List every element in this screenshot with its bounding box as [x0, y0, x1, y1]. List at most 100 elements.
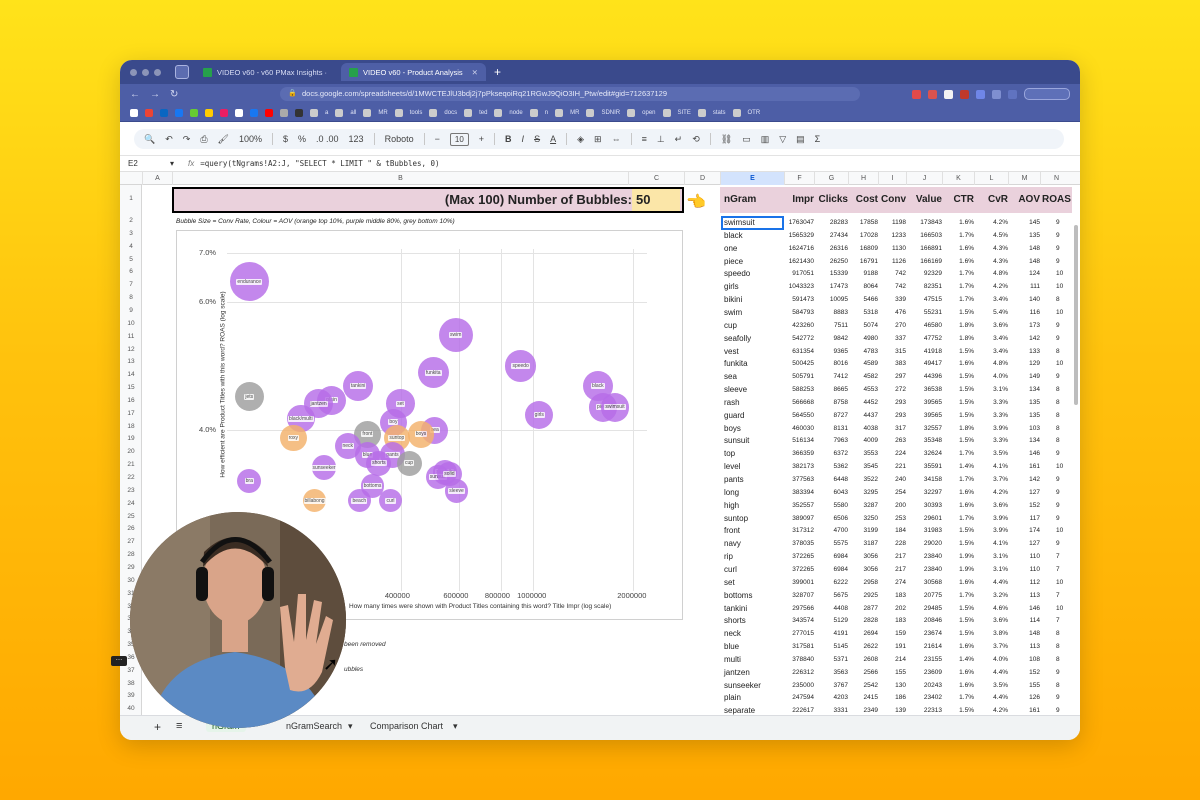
value-cell[interactable]: 3.3%: [974, 410, 1008, 422]
bubble-tankini[interactable]: tankini: [343, 371, 374, 402]
value-cell[interactable]: 5580: [814, 500, 848, 512]
row-header[interactable]: 26: [120, 525, 142, 532]
ngram-cell[interactable]: vest: [724, 346, 784, 358]
value-cell[interactable]: 32557: [906, 423, 942, 435]
value-cell[interactable]: 166503: [906, 230, 942, 242]
value-cell[interactable]: 39565: [906, 397, 942, 409]
value-cell[interactable]: 317: [878, 423, 906, 435]
value-cell[interactable]: 4553: [848, 384, 878, 396]
row-header[interactable]: 7: [120, 281, 142, 288]
table-row[interactable]: sunsuit 516134 7963 4009 263 35348 1.5% 3.3% 134…: [720, 435, 1072, 448]
value-cell[interactable]: 4.8%: [974, 358, 1008, 370]
ngram-cell[interactable]: front: [724, 525, 784, 537]
value-cell[interactable]: 1.7%: [942, 513, 974, 525]
value-cell[interactable]: 372265: [784, 551, 814, 563]
table-row[interactable]: shorts 343574 5129 2828 183 20846 1.5% 3.6% 114 7: [720, 615, 1072, 628]
value-cell[interactable]: 2622: [848, 641, 878, 653]
window-controls[interactable]: [130, 68, 161, 76]
value-cell[interactable]: 184: [878, 525, 906, 537]
bookmark-icon[interactable]: [130, 108, 138, 117]
folder-icon[interactable]: [394, 108, 403, 117]
value-cell[interactable]: 1.4%: [942, 654, 974, 666]
table-row[interactable]: sunseeker 235000 3767 2542 130 20243 1.6% 3.5% 1…: [720, 680, 1072, 693]
print-icon[interactable]: ⎙: [200, 134, 207, 145]
row-header[interactable]: 15: [120, 384, 142, 391]
value-cell[interactable]: 476: [878, 307, 906, 319]
column-header[interactable]: K: [942, 172, 974, 185]
value-cell[interactable]: 126: [1008, 692, 1040, 704]
value-cell[interactable]: 2694: [848, 628, 878, 640]
row-header[interactable]: 5: [120, 256, 142, 263]
value-cell[interactable]: 166891: [906, 243, 942, 255]
formula-input[interactable]: =query(tNgrams!A2:J, "SELECT * LIMIT " &…: [200, 159, 439, 168]
table-row[interactable]: plain 247594 4203 2415 186 23402 1.7% 4.4% 126 9: [720, 692, 1072, 705]
bubble-billabong[interactable]: billabong: [303, 489, 327, 513]
value-cell[interactable]: 214: [878, 654, 906, 666]
value-cell[interactable]: 1.5%: [942, 538, 974, 550]
value-cell[interactable]: 3295: [848, 487, 878, 499]
value-cell[interactable]: 423260: [784, 320, 814, 332]
row-header[interactable]: 8: [120, 294, 142, 301]
chevron-down-icon[interactable]: ▾: [453, 721, 458, 732]
value-cell[interactable]: 110: [1008, 564, 1040, 576]
value-cell[interactable]: 103: [1008, 423, 1040, 435]
value-cell[interactable]: 1.8%: [942, 333, 974, 345]
value-cell[interactable]: 1.7%: [942, 590, 974, 602]
extensions-puzzle-icon[interactable]: [992, 89, 1001, 99]
value-cell[interactable]: 1.8%: [942, 423, 974, 435]
value-cell[interactable]: 135: [1008, 397, 1040, 409]
value-cell[interactable]: 17473: [814, 281, 848, 293]
table-header[interactable]: ROAS: [1040, 187, 1072, 213]
value-cell[interactable]: 129: [1008, 358, 1040, 370]
sheet-tab-comparison-chart[interactable]: Comparison Chart: [370, 721, 443, 731]
row-header[interactable]: 10: [120, 320, 142, 327]
row-header[interactable]: 18: [120, 423, 142, 430]
ngram-cell[interactable]: suntop: [724, 513, 784, 525]
row-header[interactable]: 12: [120, 346, 142, 353]
value-cell[interactable]: 8758: [814, 397, 848, 409]
value-cell[interactable]: 127: [1008, 538, 1040, 550]
paint-format-icon[interactable]: 🖌: [218, 134, 229, 145]
value-cell[interactable]: 148: [1008, 628, 1040, 640]
value-cell[interactable]: 8: [1040, 346, 1072, 358]
value-cell[interactable]: 8016: [814, 358, 848, 370]
table-row[interactable]: long 383394 6043 3295 254 32297 1.6% 4.2% 127 9: [720, 487, 1072, 500]
bookmark-label[interactable]: OTR: [748, 110, 761, 116]
value-cell[interactable]: 6984: [814, 551, 848, 563]
value-cell[interactable]: 10095: [814, 294, 848, 306]
table-row[interactable]: rip 372265 6984 3056 217 23840 1.9% 3.1% 110 7: [720, 551, 1072, 564]
value-cell[interactable]: 3.7%: [974, 641, 1008, 653]
value-cell[interactable]: 32297: [906, 487, 942, 499]
value-cell[interactable]: 3.4%: [974, 294, 1008, 306]
ngram-cell[interactable]: boys: [724, 423, 784, 435]
ngram-cell[interactable]: neck: [724, 628, 784, 640]
browser-tab-pmax-insights[interactable]: VIDEO v60 - v60 PMax Insights ·: [195, 63, 335, 81]
value-cell[interactable]: 9: [1040, 487, 1072, 499]
value-cell[interactable]: 5129: [814, 615, 848, 627]
value-cell[interactable]: 742: [878, 268, 906, 280]
ngram-cell[interactable]: sea: [724, 371, 784, 383]
value-cell[interactable]: 134: [1008, 384, 1040, 396]
value-cell[interactable]: 3563: [814, 667, 848, 679]
value-cell[interactable]: 4191: [814, 628, 848, 640]
bubble-funkita[interactable]: funkita: [417, 357, 449, 389]
row-header[interactable]: 17: [120, 410, 142, 417]
value-cell[interactable]: 1624716: [784, 243, 814, 255]
value-cell[interactable]: 4700: [814, 525, 848, 537]
value-cell[interactable]: 10: [1040, 281, 1072, 293]
value-cell[interactable]: 1233: [878, 230, 906, 242]
value-cell[interactable]: 297566: [784, 603, 814, 615]
value-cell[interactable]: 272: [878, 384, 906, 396]
ngram-cell[interactable]: rip: [724, 551, 784, 563]
value-cell[interactable]: 1.9%: [942, 551, 974, 563]
ngram-cell[interactable]: sleeve: [724, 384, 784, 396]
value-cell[interactable]: 27434: [814, 230, 848, 242]
value-cell[interactable]: 1.6%: [942, 500, 974, 512]
chevron-down-icon[interactable]: ▾: [348, 721, 353, 732]
filter-icon[interactable]: ▽: [779, 134, 786, 145]
value-cell[interactable]: 28283: [814, 217, 848, 229]
folder-icon[interactable]: [429, 108, 438, 117]
value-cell[interactable]: 7: [1040, 615, 1072, 627]
bubble-bra[interactable]: bra: [237, 469, 262, 494]
value-cell[interactable]: 505791: [784, 371, 814, 383]
